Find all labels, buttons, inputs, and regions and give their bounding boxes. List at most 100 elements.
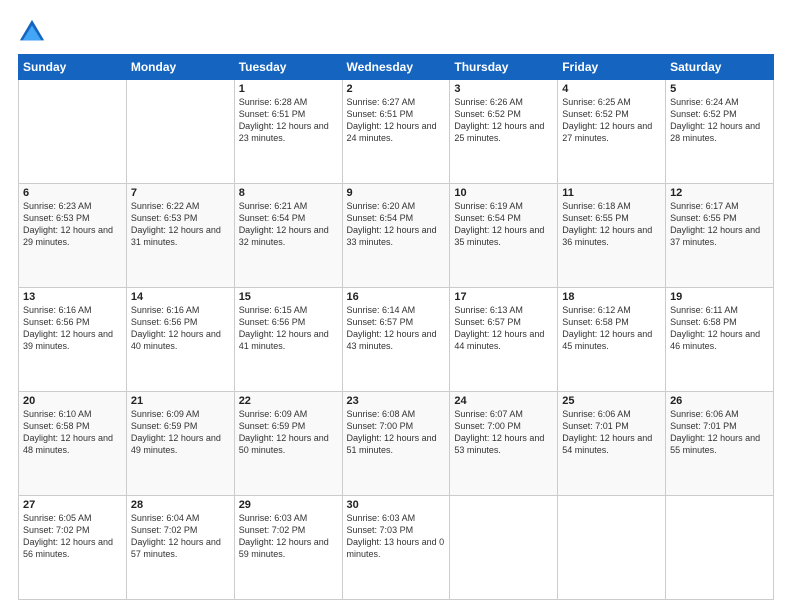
day-number: 8: [239, 187, 338, 199]
calendar-cell: 2 Sunrise: 6:27 AMSunset: 6:51 PMDaylight…: [342, 80, 450, 184]
calendar-cell: 17Sunrise: 6:13 AMSunset: 6:57 PMDayligh…: [450, 288, 558, 392]
calendar-cell: 4 Sunrise: 6:25 AMSunset: 6:52 PMDaylight…: [558, 80, 666, 184]
day-number: 28: [131, 499, 230, 511]
day-header-tuesday: Tuesday: [234, 55, 342, 80]
calendar-cell: 10 Sunrise: 6:19 AMSunset: 6:54 PMDayligh…: [450, 184, 558, 288]
day-info: Sunrise: 6:23 AMSunset: 6:53 PMDaylight:…: [23, 201, 113, 247]
day-info: Sunrise: 6:09 AMSunset: 6:59 PMDaylight:…: [131, 409, 221, 455]
calendar-cell: 18 Sunrise: 6:12 AMSunset: 6:58 PMDayligh…: [558, 288, 666, 392]
day-number: 20: [23, 395, 122, 407]
calendar-cell: 7 Sunrise: 6:22 AMSunset: 6:53 PMDaylight…: [126, 184, 234, 288]
calendar-cell: 12 Sunrise: 6:17 AMSunset: 6:55 PMDayligh…: [666, 184, 774, 288]
day-number: 6: [23, 187, 122, 199]
day-info: Sunrise: 6:03 AMSunset: 7:02 PMDaylight:…: [239, 513, 329, 559]
calendar-table: SundayMondayTuesdayWednesdayThursdayFrid…: [18, 54, 774, 600]
day-number: 7: [131, 187, 230, 199]
calendar-cell: 15Sunrise: 6:15 AMSunset: 6:56 PMDayligh…: [234, 288, 342, 392]
day-info: Sunrise: 6:25 AMSunset: 6:52 PMDaylight:…: [562, 97, 652, 143]
day-number: 21: [131, 395, 230, 407]
day-info: Sunrise: 6:20 AMSunset: 6:54 PMDaylight:…: [347, 201, 437, 247]
day-info: Sunrise: 6:12 AMSunset: 6:58 PMDaylight:…: [562, 305, 652, 351]
day-info: Sunrise: 6:05 AMSunset: 7:02 PMDaylight:…: [23, 513, 113, 559]
day-number: 3: [454, 83, 553, 95]
day-info: Sunrise: 6:22 AMSunset: 6:53 PMDaylight:…: [131, 201, 221, 247]
day-number: 5: [670, 83, 769, 95]
calendar-week-1: 1Sunrise: 6:28 AMSunset: 6:51 PMDaylight…: [19, 80, 774, 184]
calendar-cell: 6 Sunrise: 6:23 AMSunset: 6:53 PMDaylight…: [19, 184, 127, 288]
day-info: Sunrise: 6:27 AMSunset: 6:51 PMDaylight:…: [347, 97, 437, 143]
day-info: Sunrise: 6:18 AMSunset: 6:55 PMDaylight:…: [562, 201, 652, 247]
day-number: 10: [454, 187, 553, 199]
day-number: 19: [670, 291, 769, 303]
day-info: Sunrise: 6:11 AMSunset: 6:58 PMDaylight:…: [670, 305, 760, 351]
calendar-cell: [558, 496, 666, 600]
day-info: Sunrise: 6:09 AMSunset: 6:59 PMDaylight:…: [239, 409, 329, 455]
day-number: 11: [562, 187, 661, 199]
day-header-thursday: Thursday: [450, 55, 558, 80]
day-number: 16: [347, 291, 446, 303]
day-info: Sunrise: 6:21 AMSunset: 6:54 PMDaylight:…: [239, 201, 329, 247]
logo: [18, 18, 50, 46]
calendar-cell: 1Sunrise: 6:28 AMSunset: 6:51 PMDaylight…: [234, 80, 342, 184]
day-number: 15: [239, 291, 338, 303]
day-info: Sunrise: 6:16 AMSunset: 6:56 PMDaylight:…: [131, 305, 221, 351]
calendar-cell: 21 Sunrise: 6:09 AMSunset: 6:59 PMDayligh…: [126, 392, 234, 496]
calendar-cell: 19 Sunrise: 6:11 AMSunset: 6:58 PMDayligh…: [666, 288, 774, 392]
calendar-cell: 29 Sunrise: 6:03 AMSunset: 7:02 PMDayligh…: [234, 496, 342, 600]
calendar-cell: 3Sunrise: 6:26 AMSunset: 6:52 PMDaylight…: [450, 80, 558, 184]
day-number: 17: [454, 291, 553, 303]
day-number: 2: [347, 83, 446, 95]
calendar-week-2: 6 Sunrise: 6:23 AMSunset: 6:53 PMDaylight…: [19, 184, 774, 288]
calendar-cell: 27 Sunrise: 6:05 AMSunset: 7:02 PMDayligh…: [19, 496, 127, 600]
day-info: Sunrise: 6:28 AMSunset: 6:51 PMDaylight:…: [239, 97, 329, 143]
calendar-cell: 14 Sunrise: 6:16 AMSunset: 6:56 PMDayligh…: [126, 288, 234, 392]
calendar-cell: 25 Sunrise: 6:06 AMSunset: 7:01 PMDayligh…: [558, 392, 666, 496]
day-number: 4: [562, 83, 661, 95]
day-number: 23: [347, 395, 446, 407]
calendar-week-3: 13 Sunrise: 6:16 AMSunset: 6:56 PMDayligh…: [19, 288, 774, 392]
calendar-cell: 5Sunrise: 6:24 AMSunset: 6:52 PMDaylight…: [666, 80, 774, 184]
calendar-cell: 28 Sunrise: 6:04 AMSunset: 7:02 PMDayligh…: [126, 496, 234, 600]
day-info: Sunrise: 6:17 AMSunset: 6:55 PMDaylight:…: [670, 201, 760, 247]
day-number: 25: [562, 395, 661, 407]
logo-icon: [18, 18, 46, 46]
day-header-wednesday: Wednesday: [342, 55, 450, 80]
day-number: 22: [239, 395, 338, 407]
day-number: 29: [239, 499, 338, 511]
day-info: Sunrise: 6:19 AMSunset: 6:54 PMDaylight:…: [454, 201, 544, 247]
day-number: 13: [23, 291, 122, 303]
day-info: Sunrise: 6:10 AMSunset: 6:58 PMDaylight:…: [23, 409, 113, 455]
calendar-cell: 16 Sunrise: 6:14 AMSunset: 6:57 PMDayligh…: [342, 288, 450, 392]
day-number: 12: [670, 187, 769, 199]
calendar-cell: 11 Sunrise: 6:18 AMSunset: 6:55 PMDayligh…: [558, 184, 666, 288]
day-number: 24: [454, 395, 553, 407]
day-number: 30: [347, 499, 446, 511]
calendar-week-5: 27 Sunrise: 6:05 AMSunset: 7:02 PMDayligh…: [19, 496, 774, 600]
day-info: Sunrise: 6:08 AMSunset: 7:00 PMDaylight:…: [347, 409, 437, 455]
day-info: Sunrise: 6:03 AMSunset: 7:03 PMDaylight:…: [347, 513, 445, 559]
day-info: Sunrise: 6:14 AMSunset: 6:57 PMDaylight:…: [347, 305, 437, 351]
calendar-cell: [126, 80, 234, 184]
calendar-cell: [19, 80, 127, 184]
day-info: Sunrise: 6:06 AMSunset: 7:01 PMDaylight:…: [670, 409, 760, 455]
day-header-saturday: Saturday: [666, 55, 774, 80]
calendar-cell: 24Sunrise: 6:07 AMSunset: 7:00 PMDayligh…: [450, 392, 558, 496]
day-header-monday: Monday: [126, 55, 234, 80]
day-info: Sunrise: 6:04 AMSunset: 7:02 PMDaylight:…: [131, 513, 221, 559]
calendar-cell: 23 Sunrise: 6:08 AMSunset: 7:00 PMDayligh…: [342, 392, 450, 496]
day-header-friday: Friday: [558, 55, 666, 80]
day-info: Sunrise: 6:06 AMSunset: 7:01 PMDaylight:…: [562, 409, 652, 455]
calendar-week-4: 20 Sunrise: 6:10 AMSunset: 6:58 PMDayligh…: [19, 392, 774, 496]
calendar-cell: [450, 496, 558, 600]
day-number: 14: [131, 291, 230, 303]
day-info: Sunrise: 6:16 AMSunset: 6:56 PMDaylight:…: [23, 305, 113, 351]
day-header-sunday: Sunday: [19, 55, 127, 80]
day-number: 27: [23, 499, 122, 511]
header: [18, 18, 774, 46]
calendar-cell: [666, 496, 774, 600]
calendar-cell: 22 Sunrise: 6:09 AMSunset: 6:59 PMDayligh…: [234, 392, 342, 496]
calendar-cell: 9Sunrise: 6:20 AMSunset: 6:54 PMDaylight…: [342, 184, 450, 288]
page: SundayMondayTuesdayWednesdayThursdayFrid…: [0, 0, 792, 612]
day-number: 18: [562, 291, 661, 303]
calendar-cell: 30 Sunrise: 6:03 AMSunset: 7:03 PMDayligh…: [342, 496, 450, 600]
